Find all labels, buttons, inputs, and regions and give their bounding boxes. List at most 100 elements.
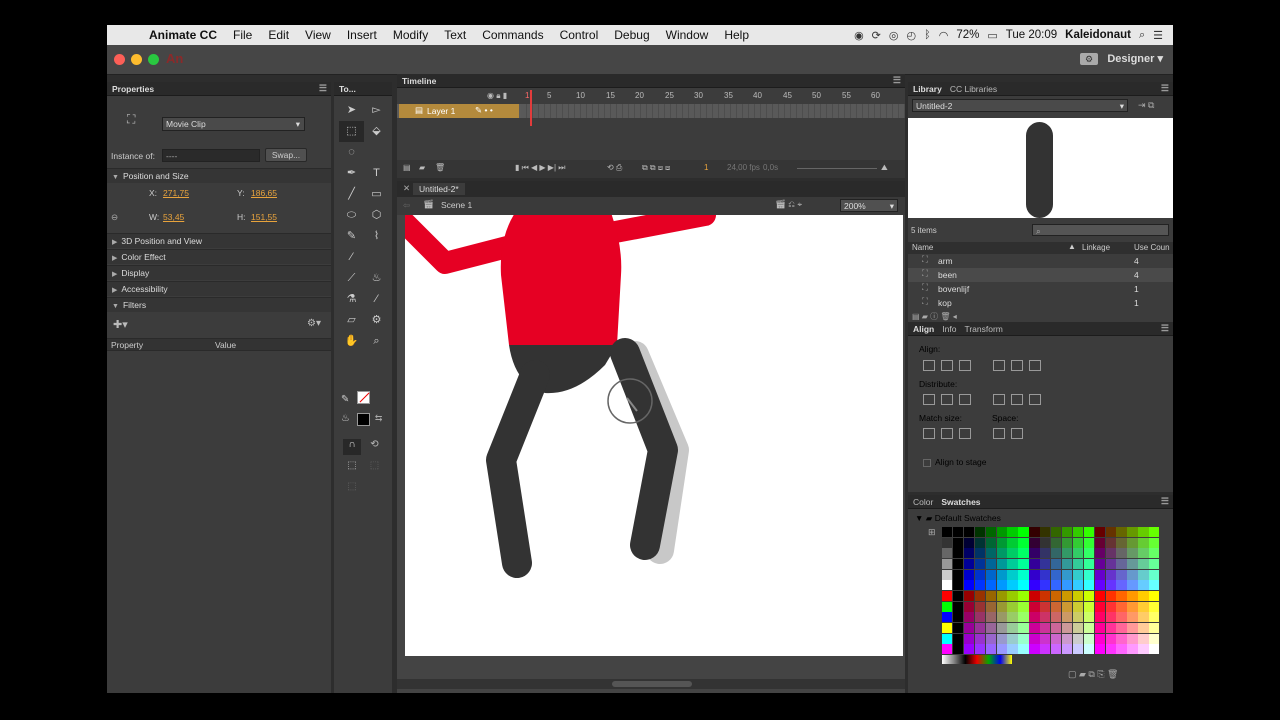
swatch[interactable] [1083, 548, 1095, 559]
swatch[interactable] [1105, 548, 1116, 559]
swatch[interactable] [942, 644, 953, 655]
swatch[interactable] [1007, 601, 1018, 612]
swatch[interactable] [963, 559, 975, 570]
swatch[interactable] [985, 591, 996, 602]
match-both-icon[interactable] [959, 428, 971, 439]
swatch[interactable] [974, 569, 986, 580]
swatch[interactable] [1094, 527, 1105, 538]
swatch[interactable] [1105, 559, 1116, 570]
swatch[interactable] [1094, 580, 1105, 591]
tab-color[interactable]: Color [913, 497, 933, 507]
swatch[interactable] [963, 612, 975, 623]
swatch[interactable] [1029, 569, 1040, 580]
menu-item-control[interactable]: Control [552, 28, 607, 42]
swatch[interactable] [963, 537, 975, 548]
swatch[interactable] [1094, 569, 1105, 580]
swatch[interactable] [963, 548, 975, 559]
swatch[interactable] [1138, 548, 1149, 559]
menu-item-edit[interactable]: Edit [260, 28, 297, 42]
zoom-dropdown[interactable]: 200% ▾ [840, 199, 898, 212]
swatch[interactable] [985, 633, 996, 644]
swatch[interactable] [985, 644, 996, 655]
pin-icon[interactable]: ⇥ ⧉ [1138, 100, 1154, 111]
swatch[interactable] [1018, 601, 1029, 612]
swatch[interactable] [1018, 527, 1029, 538]
sync-icon[interactable]: ⟳ [872, 29, 881, 42]
swatch[interactable] [1138, 569, 1149, 580]
selection-tool-icon[interactable]: ➤ [339, 100, 364, 121]
menu-item-debug[interactable]: Debug [606, 28, 657, 42]
close-window-button[interactable] [114, 54, 125, 65]
swatch[interactable] [963, 623, 975, 634]
swatch[interactable] [1061, 548, 1073, 559]
sync-settings-icon[interactable]: ⚙ [1080, 53, 1098, 65]
swatch[interactable] [1040, 527, 1051, 538]
swatch[interactable] [1116, 569, 1127, 580]
swatch[interactable] [1061, 623, 1073, 634]
elapsed-time[interactable]: 0,0s [763, 163, 778, 172]
rotate-skew-icon[interactable]: ⟲ [365, 439, 383, 455]
swatch[interactable] [1149, 644, 1160, 655]
subselection-tool-icon[interactable]: ▻ [364, 100, 389, 121]
swatch[interactable] [963, 580, 975, 591]
swatch[interactable] [942, 623, 953, 634]
library-item[interactable]: ⛶ been 4 [908, 268, 1173, 282]
frame-rate[interactable]: 24,00 fps [727, 163, 760, 172]
swatch[interactable] [1029, 623, 1040, 634]
filter-settings-icon[interactable]: ⚙▾ [307, 318, 321, 329]
swatch[interactable] [1072, 591, 1084, 602]
swatch[interactable] [1138, 580, 1149, 591]
hand-tool-icon[interactable]: ✋ [339, 331, 364, 352]
swatch[interactable] [963, 527, 975, 538]
col-linkage[interactable]: Linkage [1082, 243, 1110, 252]
oval-tool-icon[interactable]: ⬭ [339, 205, 364, 226]
swatch[interactable] [996, 537, 1007, 548]
swatch[interactable] [1094, 612, 1105, 623]
swatch[interactable] [1127, 601, 1138, 612]
swatch[interactable] [942, 527, 953, 538]
playback-controls[interactable]: ▮ ⏮ ◀ ▶ ▶| ⏭ [515, 163, 565, 173]
swatch[interactable] [1094, 537, 1105, 548]
swatch[interactable] [1072, 633, 1084, 644]
swatch[interactable] [1051, 612, 1062, 623]
panel-menu-icon[interactable]: ☰ [1161, 323, 1169, 334]
swatch[interactable] [1061, 580, 1073, 591]
bluetooth-icon[interactable]: ᛒ [924, 29, 931, 41]
swatch[interactable] [1051, 569, 1062, 580]
swatch[interactable] [1029, 601, 1040, 612]
swatch[interactable] [1127, 559, 1138, 570]
swatch[interactable] [963, 591, 975, 602]
swatch[interactable] [1029, 537, 1040, 548]
swatch[interactable] [942, 537, 953, 548]
swatch[interactable] [1040, 633, 1051, 644]
swatch-group[interactable]: ▼ ▰ Default Swatches [915, 513, 1001, 524]
scene-name[interactable]: Scene 1 [441, 200, 472, 210]
swatch-actions[interactable]: ▢ ▰ ⧉ ⎘ 🗑︎ [1068, 669, 1118, 680]
tab-transform[interactable]: Transform [964, 324, 1002, 334]
layer-row[interactable]: ▤ Layer 1 ✎ • • [397, 104, 905, 118]
timemachine-icon[interactable]: ◴ [907, 29, 917, 42]
swatch[interactable] [996, 633, 1007, 644]
clock[interactable]: Tue 20:09 [1006, 29, 1057, 41]
distribute-top-icon[interactable] [923, 394, 935, 405]
swatch[interactable] [942, 612, 953, 623]
swatch[interactable] [952, 601, 964, 612]
pen-tool-icon[interactable]: ✒ [339, 163, 364, 184]
swatch[interactable] [1083, 527, 1095, 538]
menu-item-modify[interactable]: Modify [385, 28, 436, 42]
swatch[interactable] [1029, 527, 1040, 538]
swatch[interactable] [996, 527, 1007, 538]
swatch[interactable] [1061, 537, 1073, 548]
swatch[interactable] [1007, 537, 1018, 548]
swatch[interactable] [1127, 591, 1138, 602]
swatch[interactable] [963, 644, 975, 655]
swatch[interactable] [985, 559, 996, 570]
swatch[interactable] [1072, 527, 1084, 538]
swatch[interactable] [974, 580, 986, 591]
current-frame[interactable]: 1 [704, 163, 708, 172]
section-color-effect[interactable]: ▶ Color Effect [107, 249, 331, 264]
swatch[interactable] [1127, 633, 1138, 644]
swatch[interactable] [1061, 644, 1073, 655]
swatch[interactable] [1149, 559, 1160, 570]
eyedropper-tool-icon[interactable]: ⁄ [364, 289, 389, 310]
